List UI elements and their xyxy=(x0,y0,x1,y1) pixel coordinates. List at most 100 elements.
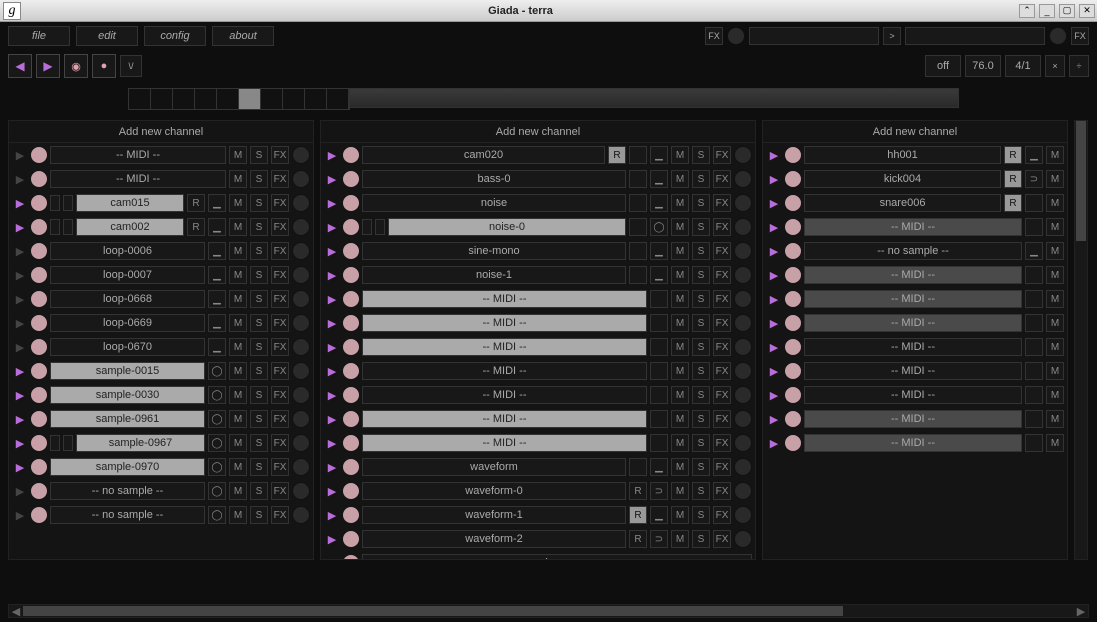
sequencer-track[interactable] xyxy=(350,88,959,108)
channel-volume-knob[interactable] xyxy=(734,434,752,452)
channel-arm-button[interactable] xyxy=(343,507,359,523)
channel-volume-knob[interactable] xyxy=(734,338,752,356)
channel-arm-button[interactable] xyxy=(343,555,359,559)
channel-loop-mode-button[interactable]: ◯ xyxy=(208,386,226,404)
channel-volume-knob[interactable] xyxy=(292,482,310,500)
channel-play-button[interactable]: ▶ xyxy=(324,507,340,523)
channel-solo-button[interactable]: S xyxy=(692,242,710,260)
channel-name[interactable]: -- MIDI -- xyxy=(362,386,647,404)
channel-mute-button[interactable]: M xyxy=(229,482,247,500)
channel-play-button[interactable]: ▶ xyxy=(324,267,340,283)
channel-mode-button[interactable] xyxy=(650,434,668,452)
window-dropdown-icon[interactable]: ⌃ xyxy=(1019,4,1035,18)
channel-name[interactable]: -- MIDI -- xyxy=(50,146,226,164)
channel-solo-button[interactable]: S xyxy=(250,170,268,188)
channel-play-button[interactable]: ▶ xyxy=(12,219,28,235)
channel-mute-button[interactable]: M xyxy=(1046,338,1064,356)
channel-arm-button[interactable] xyxy=(31,507,47,523)
channel-solo-button[interactable]: S xyxy=(692,386,710,404)
channel-mode-button[interactable] xyxy=(629,194,647,212)
channel-mute-button[interactable]: M xyxy=(671,338,689,356)
channel-solo-button[interactable]: S xyxy=(250,218,268,236)
channel-mode-button[interactable]: ▁ xyxy=(650,146,668,164)
channel-volume-knob[interactable] xyxy=(734,290,752,308)
channel-name[interactable]: waveform-2 xyxy=(362,530,626,548)
channel-play-button[interactable]: ▶ xyxy=(766,291,782,307)
channel-mute-button[interactable]: M xyxy=(671,314,689,332)
channel-mode-button[interactable] xyxy=(1025,314,1043,332)
channel-mute-button[interactable]: M xyxy=(229,242,247,260)
channel-mute-button[interactable]: M xyxy=(229,170,247,188)
seq-cell-8[interactable] xyxy=(305,89,327,109)
channel-name[interactable]: -- MIDI -- xyxy=(804,386,1022,404)
channel-stub[interactable] xyxy=(63,195,73,211)
channel-fx-button[interactable]: FX xyxy=(271,266,289,284)
channel-play-button[interactable]: ▶ xyxy=(12,411,28,427)
channel-mute-button[interactable]: M xyxy=(1046,146,1064,164)
channel-mode-button[interactable]: ▁ xyxy=(208,266,226,284)
channel-name[interactable]: -- MIDI -- xyxy=(50,170,226,188)
channel-mute-button[interactable]: M xyxy=(1046,434,1064,452)
channel-volume-knob[interactable] xyxy=(734,170,752,188)
channel-fx-button[interactable]: FX xyxy=(271,362,289,380)
channel-arm-button[interactable] xyxy=(31,291,47,307)
channel-solo-button[interactable]: S xyxy=(250,194,268,212)
channel-solo-button[interactable]: S xyxy=(692,218,710,236)
channel-name[interactable]: -- MIDI -- xyxy=(804,218,1022,236)
channel-loop-mode-button[interactable]: ◯ xyxy=(208,506,226,524)
channel-read-actions-button[interactable]: R xyxy=(629,530,647,548)
channel-mute-button[interactable]: M xyxy=(671,506,689,524)
channel-mute-button[interactable]: M xyxy=(229,338,247,356)
channel-solo-button[interactable]: S xyxy=(250,146,268,164)
channel-stub[interactable] xyxy=(63,219,73,235)
channel-mute-button[interactable]: M xyxy=(1046,242,1064,260)
channel-play-button[interactable]: ▶ xyxy=(12,315,28,331)
channel-play-button[interactable]: ▶ xyxy=(766,387,782,403)
channel-mute-button[interactable]: M xyxy=(1046,290,1064,308)
channel-mute-button[interactable]: M xyxy=(229,458,247,476)
channel-play-button[interactable]: ▶ xyxy=(12,483,28,499)
channel-mute-button[interactable]: M xyxy=(1046,218,1064,236)
channel-fx-button[interactable]: FX xyxy=(271,434,289,452)
channel-play-button[interactable]: ▶ xyxy=(766,243,782,259)
channel-volume-knob[interactable] xyxy=(292,218,310,236)
channel-name[interactable]: noise xyxy=(362,194,626,212)
channel-play-button[interactable]: ▶ xyxy=(324,291,340,307)
channel-mute-button[interactable]: M xyxy=(671,218,689,236)
channel-read-actions-button[interactable]: R xyxy=(629,482,647,500)
channel-solo-button[interactable]: S xyxy=(692,362,710,380)
channel-name[interactable]: loop-0669 xyxy=(50,314,205,332)
channel-name[interactable]: sample-0967 xyxy=(76,434,205,452)
channel-arm-button[interactable] xyxy=(785,171,801,187)
channel-mode-button[interactable]: ▁ xyxy=(650,170,668,188)
channel-arm-button[interactable] xyxy=(785,243,801,259)
channel-mode-button[interactable] xyxy=(1025,434,1043,452)
channel-volume-knob[interactable] xyxy=(734,266,752,284)
channel-volume-knob[interactable] xyxy=(292,314,310,332)
channel-read-actions-button[interactable]: R xyxy=(1004,146,1022,164)
channel-mute-button[interactable]: M xyxy=(1046,386,1064,404)
channel-volume-knob[interactable] xyxy=(734,410,752,428)
channel-volume-knob[interactable] xyxy=(734,506,752,524)
channel-mode-button[interactable]: ▁ xyxy=(208,218,226,236)
channel-arm-button[interactable] xyxy=(343,267,359,283)
transport-rewind-button[interactable]: ◀ xyxy=(8,54,32,78)
channel-fx-button[interactable]: FX xyxy=(271,242,289,260)
channel-volume-knob[interactable] xyxy=(734,314,752,332)
channel-name[interactable]: -- MIDI -- xyxy=(804,362,1022,380)
channel-mode-button[interactable] xyxy=(1025,386,1043,404)
channel-volume-knob[interactable] xyxy=(734,218,752,236)
transport-input-rec-button[interactable]: ● xyxy=(92,54,116,78)
channel-play-button[interactable]: ▶ xyxy=(12,147,28,163)
channel-arm-button[interactable] xyxy=(343,435,359,451)
channel-name[interactable]: waveform-0 xyxy=(362,482,626,500)
channel-solo-button[interactable]: S xyxy=(692,458,710,476)
beats-multiply-button[interactable]: × xyxy=(1045,55,1065,77)
channel-stub[interactable] xyxy=(50,435,60,451)
channel-read-actions-button[interactable]: R xyxy=(1004,194,1022,212)
channel-mute-button[interactable]: M xyxy=(671,482,689,500)
channel-play-button[interactable]: ▶ xyxy=(766,195,782,211)
channel-name[interactable]: sample-0015 xyxy=(50,362,205,380)
seq-cell-7[interactable] xyxy=(283,89,305,109)
channel-mode-button[interactable]: ▁ xyxy=(650,458,668,476)
